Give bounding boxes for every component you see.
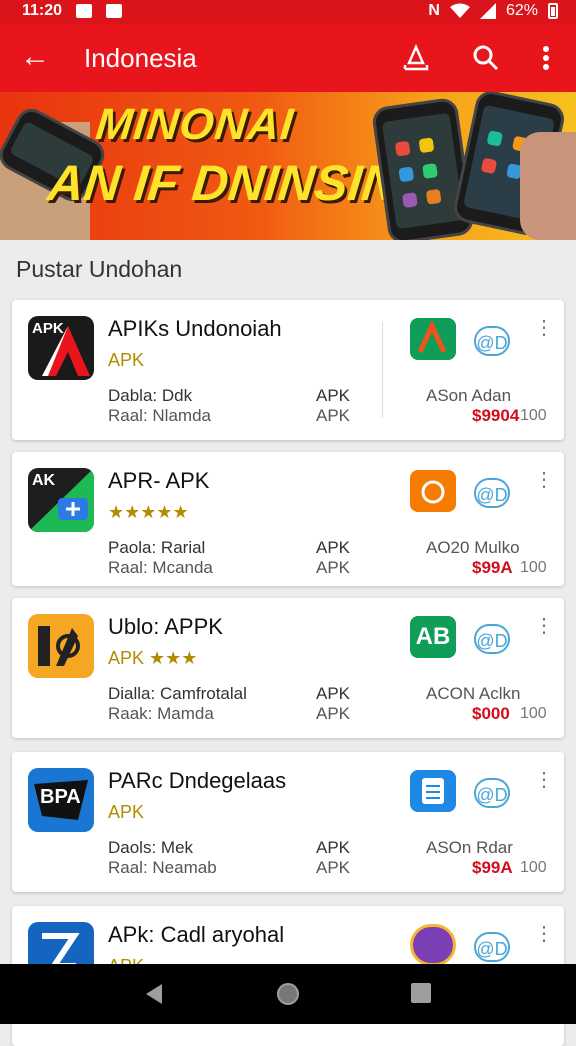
divider — [382, 322, 383, 418]
battery-icon — [548, 3, 558, 19]
banner-headline-1: MINONAI — [93, 100, 297, 149]
recents-nav-icon[interactable] — [410, 982, 432, 1004]
mini-app-icon — [410, 318, 456, 360]
source-label: ACON Aclkn — [426, 684, 521, 703]
signal-icon — [479, 3, 496, 19]
source-label: ASon Adan — [426, 386, 512, 405]
more-vert-icon[interactable]: ⋮ — [534, 924, 554, 944]
more-vert-icon[interactable]: ⋮ — [534, 318, 554, 338]
price-suffix: 100 — [520, 559, 547, 576]
source-label: AO20 Mulko — [426, 538, 520, 557]
search-icon[interactable] — [466, 38, 506, 78]
hand-image — [520, 132, 576, 240]
price: $99A — [472, 858, 513, 877]
app-meta: Raal: Neamab — [108, 858, 217, 877]
install-button[interactable]: @D — [474, 932, 510, 962]
price: $000 — [472, 704, 510, 723]
price-suffix: 100 — [520, 705, 547, 722]
apk-label: APK — [316, 684, 351, 703]
source-label: ASOn Rdar — [426, 838, 513, 857]
app-icon-label: APK — [32, 320, 64, 337]
install-button[interactable]: @D — [474, 778, 510, 808]
app-icon — [28, 614, 94, 678]
list-item[interactable]: APK APIKs Undonoiah APK Dabla: Ddk Raal:… — [12, 300, 564, 440]
app-name: Ublo: APPK — [108, 614, 223, 639]
app-name: APR- APK — [108, 468, 210, 493]
mini-app-icon — [410, 924, 456, 966]
system-nav-bar — [0, 964, 576, 1024]
wifi-icon — [449, 3, 470, 18]
apk-label: APK — [316, 386, 351, 405]
price: $9904 — [472, 406, 520, 425]
apk-label: APK — [316, 538, 351, 557]
rating-stars: APK ★★★ — [108, 648, 198, 668]
app-meta: Raak: Mamda — [108, 704, 214, 723]
status-time: 11:20 — [22, 2, 63, 19]
app-meta: Dabla: Ddk — [108, 386, 193, 405]
app-meta: Daols: Mek — [108, 838, 194, 857]
apk-label: APK — [316, 704, 351, 723]
share-icon[interactable] — [396, 38, 436, 78]
more-vert-icon[interactable]: ⋮ — [534, 470, 554, 490]
app-icon-label: BPA — [40, 786, 81, 808]
app-icon: BPA — [28, 768, 94, 832]
list-item[interactable]: Ublo: APPK APK ★★★ Dialla: Camfrotalal R… — [12, 598, 564, 738]
app-meta: Raal: Nlamda — [108, 406, 211, 425]
list-item[interactable]: AK APR- APK ★★★★★ Paola: Rarial Raal: Mc… — [12, 452, 564, 586]
app-meta: Raal: Mcanda — [108, 558, 213, 577]
app-icon-label: AK — [32, 472, 56, 489]
app-subtitle: APK — [108, 802, 145, 822]
apk-label: APK — [316, 838, 351, 857]
notification-photo-icon — [106, 4, 122, 18]
more-vert-icon[interactable] — [526, 38, 566, 78]
apk-label: APK — [316, 406, 351, 425]
app-icon: APK — [28, 316, 94, 380]
app-subtitle: APK — [108, 350, 145, 370]
mini-app-icon — [410, 470, 456, 512]
more-vert-icon[interactable]: ⋮ — [534, 770, 554, 790]
mini-app-icon — [410, 770, 456, 812]
status-bar: 11:20 N 62% — [0, 0, 576, 24]
list-item[interactable]: BPA PARc Dndegelaas APK Daols: Mek Raal:… — [12, 752, 564, 892]
mini-app-icon: AB — [410, 616, 456, 658]
rating-stars: ★★★★★ — [108, 502, 189, 522]
apk-label: APK — [316, 558, 351, 577]
price: $99A — [472, 558, 513, 577]
page-title: Indonesia — [84, 43, 197, 73]
app-name: APIKs Undonoiah — [108, 316, 282, 341]
app-meta: Dialla: Camfrotalal — [108, 684, 247, 703]
home-nav-icon[interactable] — [276, 982, 300, 1006]
price-suffix: 100 — [520, 859, 547, 876]
apk-label: APK — [316, 858, 351, 877]
install-button[interactable]: @D — [474, 624, 510, 654]
section-title: Pustar Undohan — [16, 256, 183, 282]
install-button[interactable]: @D — [474, 326, 510, 356]
nfc-icon: N — [428, 2, 440, 19]
install-button[interactable]: @D — [474, 478, 510, 508]
app-name: APk: Cadl aryohal — [108, 922, 285, 947]
notification-image-icon — [76, 4, 92, 18]
app-name: PARc Dndegelaas — [108, 768, 287, 793]
back-nav-icon[interactable] — [142, 982, 166, 1006]
battery-percent: 62% — [505, 2, 538, 19]
promo-banner[interactable]: MINONAI AN IF DNINSIN! .. — [0, 92, 576, 240]
price-suffix: 100 — [520, 407, 547, 424]
back-arrow-icon[interactable]: ← — [20, 40, 50, 74]
app-icon: AK — [28, 468, 94, 532]
app-meta: Paola: Rarial — [108, 538, 206, 557]
app-bar: ← Indonesia — [0, 24, 576, 92]
more-vert-icon[interactable]: ⋮ — [534, 616, 554, 636]
